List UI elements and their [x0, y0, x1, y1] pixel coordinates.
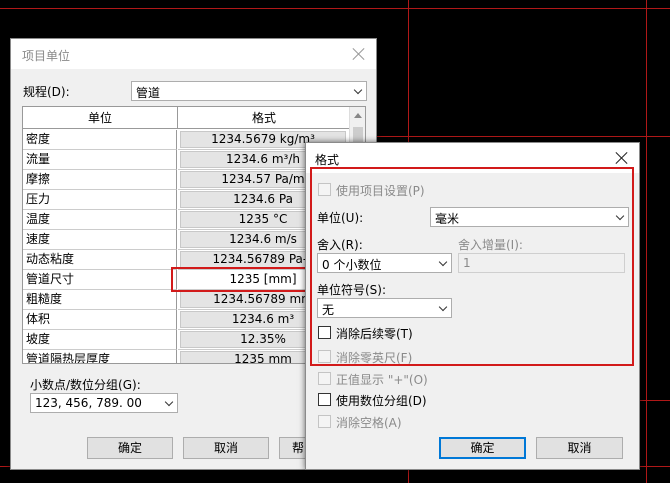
- show-plus-checkbox[interactable]: [318, 372, 331, 385]
- cad-line: [370, 136, 670, 137]
- scroll-up-icon[interactable]: [354, 113, 362, 118]
- unit-name: 粗糙度: [23, 290, 177, 310]
- discipline-label: 规程(D):: [23, 85, 70, 99]
- unit-name: 温度: [23, 210, 177, 230]
- chevron-down-icon: [353, 85, 363, 95]
- unit-name: 密度: [23, 130, 177, 150]
- close-icon[interactable]: [611, 147, 633, 169]
- discipline-select[interactable]: 管道: [131, 81, 367, 101]
- unit-name: 动态粘度: [23, 250, 177, 270]
- decimal-grouping-value: 123, 456, 789. 00: [35, 396, 142, 410]
- use-digit-grouping-checkbox[interactable]: [318, 393, 331, 406]
- unit-name: 体积: [23, 310, 177, 330]
- unit-name: 流量: [23, 150, 177, 170]
- cad-line: [0, 8, 670, 9]
- format-ok-button[interactable]: 确定: [439, 437, 526, 459]
- decimal-grouping-select[interactable]: 123, 456, 789. 00: [30, 393, 178, 413]
- project-units-titlebar: 项目单位: [11, 39, 376, 69]
- suppress-spaces-checkbox[interactable]: [318, 415, 331, 428]
- unit-name: 管道隔热层厚度: [23, 350, 177, 363]
- unit-name: 摩擦: [23, 170, 177, 190]
- dialog-title: 项目单位: [22, 49, 71, 63]
- use-digit-grouping-label: 使用数位分组(D): [336, 394, 427, 408]
- dialog-title: 格式: [315, 153, 340, 167]
- decimal-grouping-label: 小数点/数位分组(G):: [30, 378, 141, 392]
- show-plus-label: 正值显示 "+"(O): [336, 373, 428, 387]
- project-units-cancel-button[interactable]: 取消: [183, 437, 269, 459]
- highlight-box: [310, 167, 634, 366]
- unit-name: 压力: [23, 190, 177, 210]
- project-units-ok-button[interactable]: 确定: [87, 437, 173, 459]
- format-cancel-button[interactable]: 取消: [536, 437, 623, 459]
- cad-line: [646, 0, 647, 483]
- highlight-box: [171, 267, 308, 292]
- chevron-down-icon: [164, 397, 174, 407]
- close-icon[interactable]: [348, 43, 370, 65]
- suppress-spaces-label: 消除空格(A): [336, 416, 402, 430]
- unit-name: 管道尺寸: [23, 270, 177, 290]
- discipline-value: 管道: [136, 86, 161, 100]
- column-header-format: 格式: [178, 107, 350, 129]
- unit-name: 坡度: [23, 330, 177, 350]
- unit-name: 速度: [23, 230, 177, 250]
- column-header-unit: 单位: [23, 107, 178, 129]
